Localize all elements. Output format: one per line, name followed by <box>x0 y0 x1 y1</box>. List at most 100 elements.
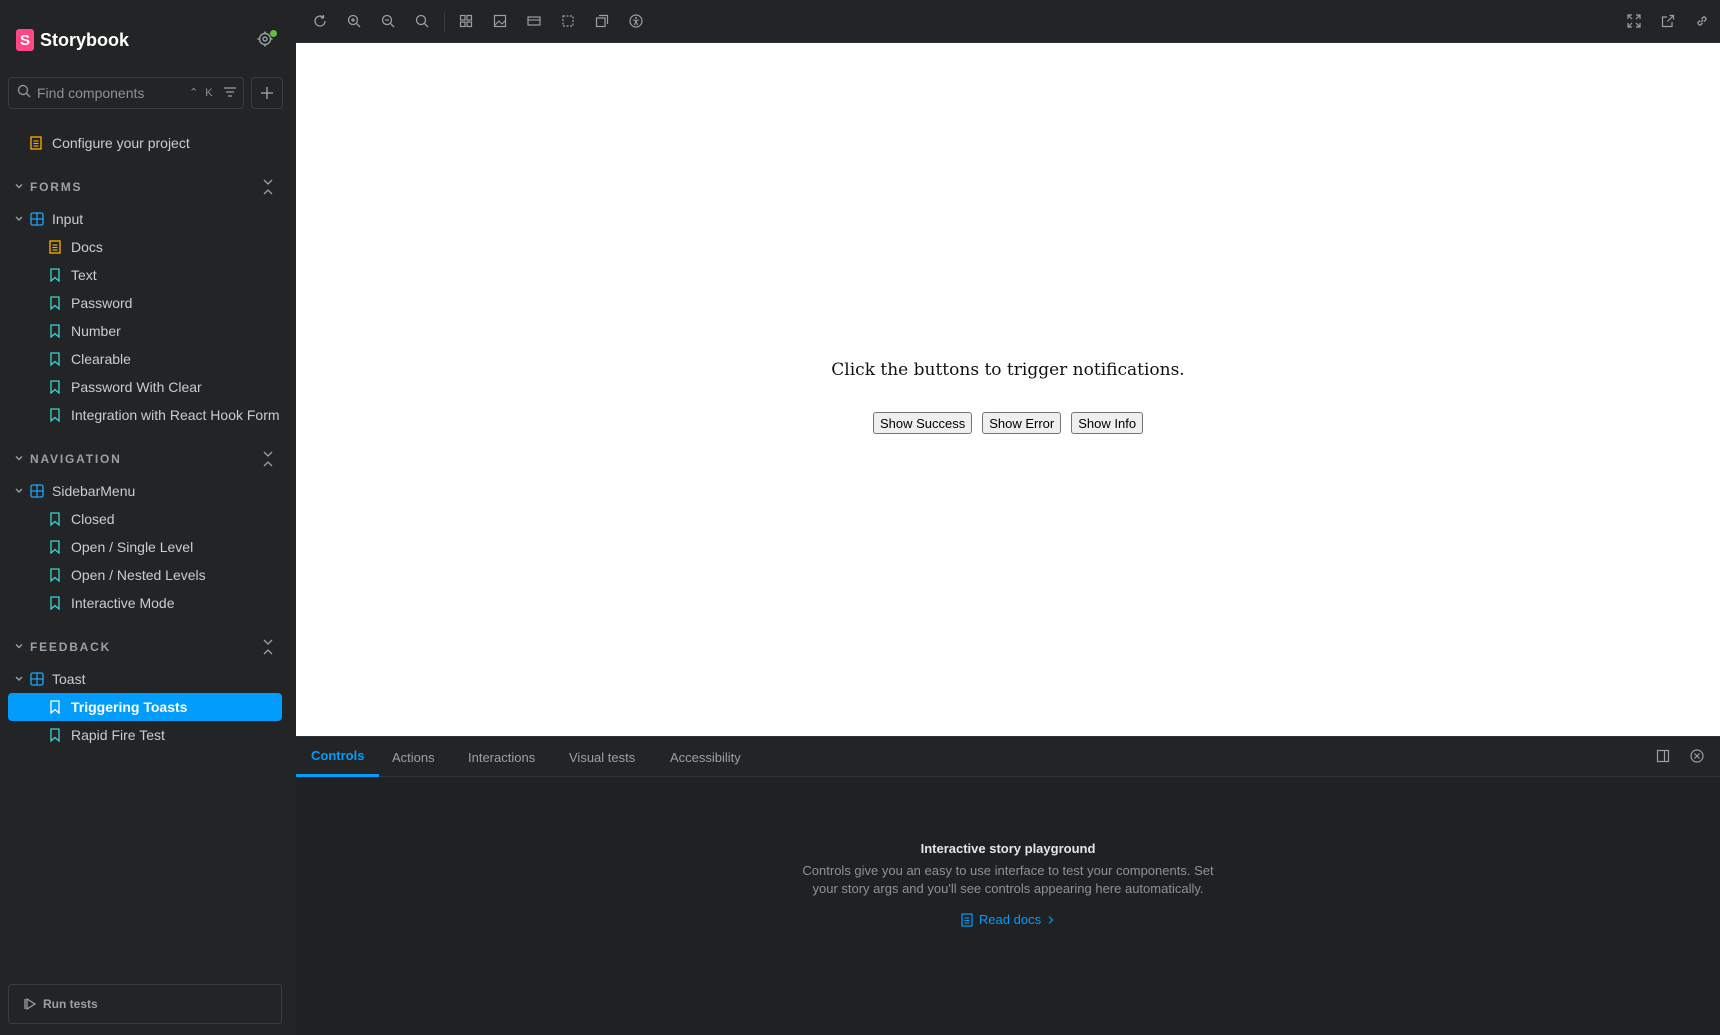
sidebar-item-label: Interactive Mode <box>71 595 175 611</box>
sidebar-item-label: Text <box>71 267 97 283</box>
group-forms-header[interactable]: FORMS <box>14 177 82 197</box>
group-navigation-header[interactable]: NAVIGATION <box>14 449 122 469</box>
tab-actions[interactable]: Actions <box>392 737 435 777</box>
bookmark-icon <box>49 512 63 526</box>
sidebar-item-docs[interactable]: Docs <box>49 234 103 260</box>
preview-message: Click the buttons to trigger notificatio… <box>831 360 1185 380</box>
accessibility-icon[interactable] <box>628 13 644 29</box>
sidebar-item-label: Integration with React Hook Form <box>71 407 280 423</box>
zoom-out-icon[interactable] <box>380 13 396 29</box>
bookmark-icon <box>49 352 63 366</box>
zoom-in-icon[interactable] <box>346 13 362 29</box>
reload-icon[interactable] <box>312 13 328 29</box>
sidebar-item-label: Docs <box>71 239 103 255</box>
search-input[interactable] <box>37 85 187 101</box>
show-success-button[interactable]: Show Success <box>872 412 973 434</box>
background-icon[interactable] <box>492 13 508 29</box>
panel-orientation-icon[interactable] <box>1656 749 1672 765</box>
sidebar-item-configure[interactable]: Configure your project <box>30 130 190 156</box>
story-preview: Click the buttons to trigger notificatio… <box>296 43 1720 736</box>
sidebar-story-closed[interactable]: Closed <box>49 506 115 532</box>
bookmark-icon <box>49 324 63 338</box>
collapse-all-icon[interactable] <box>261 450 275 468</box>
run-tests-label: Run tests <box>43 997 98 1011</box>
bookmark-icon <box>49 540 63 554</box>
bookmark-icon <box>49 408 63 422</box>
show-error-button[interactable]: Show Error <box>982 412 1062 434</box>
empty-state-title: Interactive story playground <box>920 841 1096 856</box>
component-icon <box>30 212 44 226</box>
brand[interactable]: S Storybook <box>16 28 129 52</box>
tab-interactions[interactable]: Interactions <box>468 737 535 777</box>
viewport-icon[interactable] <box>526 13 542 29</box>
close-panel-icon[interactable] <box>1690 749 1706 765</box>
sidebar-story-number[interactable]: Number <box>49 318 121 344</box>
run-tests-button[interactable]: Run tests <box>8 984 282 1024</box>
app-title: Storybook <box>40 29 130 50</box>
filter-icon[interactable] <box>223 85 237 104</box>
toolbar-divider <box>444 12 445 32</box>
tab-visual-tests[interactable]: Visual tests <box>569 737 635 777</box>
tab-accessibility[interactable]: Accessibility <box>670 737 741 777</box>
copy-link-icon[interactable] <box>1694 13 1710 29</box>
sidebar-item-label: Input <box>52 211 84 227</box>
update-status-dot <box>270 30 277 37</box>
search-box[interactable]: ⌃ K <box>8 77 244 109</box>
tab-controls[interactable]: Controls <box>296 737 380 777</box>
collapse-all-icon[interactable] <box>261 178 275 196</box>
group-title: FORMS <box>30 180 83 194</box>
sidebar-item-label: Password With Clear <box>71 379 202 395</box>
chevron-down-icon <box>14 452 24 466</box>
controls-empty-state: Interactive story playground Controls gi… <box>296 841 1720 932</box>
sidebar-story-open-single[interactable]: Open / Single Level <box>49 534 193 560</box>
play-icon <box>24 997 37 1011</box>
group-title: FEEDBACK <box>30 640 112 654</box>
sidebar-story-open-nested[interactable]: Open / Nested Levels <box>49 562 206 588</box>
sidebar-story-password[interactable]: Password <box>49 290 132 316</box>
component-icon <box>30 672 44 686</box>
sidebar-component-toast[interactable]: Toast <box>14 666 85 692</box>
chevron-down-icon <box>14 672 24 686</box>
sidebar-item-label: Number <box>71 323 121 339</box>
grid-icon[interactable] <box>458 13 474 29</box>
preview-button-row: Show Success Show Error Show Info <box>296 412 1720 434</box>
sidebar-story-interactive-mode[interactable]: Interactive Mode <box>49 590 175 616</box>
bookmark-icon <box>49 700 63 714</box>
sidebar-story-text[interactable]: Text <box>49 262 97 288</box>
bookmark-icon <box>49 728 63 742</box>
sidebar-story-password-with-clear[interactable]: Password With Clear <box>49 374 202 400</box>
sidebar-item-label: Password <box>71 295 133 311</box>
measure-icon[interactable] <box>594 13 610 29</box>
sidebar-story-triggering-toasts[interactable]: Triggering Toasts <box>8 693 282 721</box>
addon-tabs: Controls Actions Interactions Visual tes… <box>296 737 1720 777</box>
bookmark-icon <box>49 268 63 282</box>
open-new-tab-icon[interactable] <box>1660 13 1676 29</box>
search-icon <box>17 84 31 103</box>
sidebar-item-label: Open / Single Level <box>71 539 194 555</box>
add-story-button[interactable] <box>251 77 283 109</box>
document-icon <box>961 912 973 927</box>
show-info-button[interactable]: Show Info <box>1071 412 1144 434</box>
sidebar-component-sidebarmenu[interactable]: SidebarMenu <box>14 478 135 504</box>
sidebar-item-label: Closed <box>71 511 115 527</box>
zoom-reset-icon[interactable] <box>414 13 430 29</box>
sidebar-story-clearable[interactable]: Clearable <box>49 346 131 372</box>
search-shortcut: ⌃ K <box>189 87 215 99</box>
collapse-all-icon[interactable] <box>261 638 275 656</box>
sidebar-item-label: SidebarMenu <box>52 483 136 499</box>
docs-icon <box>30 136 44 150</box>
fullscreen-icon[interactable] <box>1626 13 1642 29</box>
sidebar-item-label: Toast <box>52 671 86 687</box>
empty-state-description: Controls give you an easy to use interfa… <box>802 863 1214 896</box>
sidebar-story-react-hook-form[interactable]: Integration with React Hook Form <box>49 402 280 428</box>
sidebar-component-input[interactable]: Input <box>14 206 83 232</box>
read-docs-link[interactable]: Read docs <box>961 912 1055 927</box>
chevron-down-icon <box>14 180 24 194</box>
sidebar-item-label: Clearable <box>71 351 131 367</box>
toolbar <box>296 0 1720 43</box>
sidebar-story-rapid-fire[interactable]: Rapid Fire Test <box>49 722 165 748</box>
group-feedback-header[interactable]: FEEDBACK <box>14 637 111 657</box>
bookmark-icon <box>49 596 63 610</box>
outline-icon[interactable] <box>560 13 576 29</box>
read-docs-label: Read docs <box>978 912 1042 927</box>
